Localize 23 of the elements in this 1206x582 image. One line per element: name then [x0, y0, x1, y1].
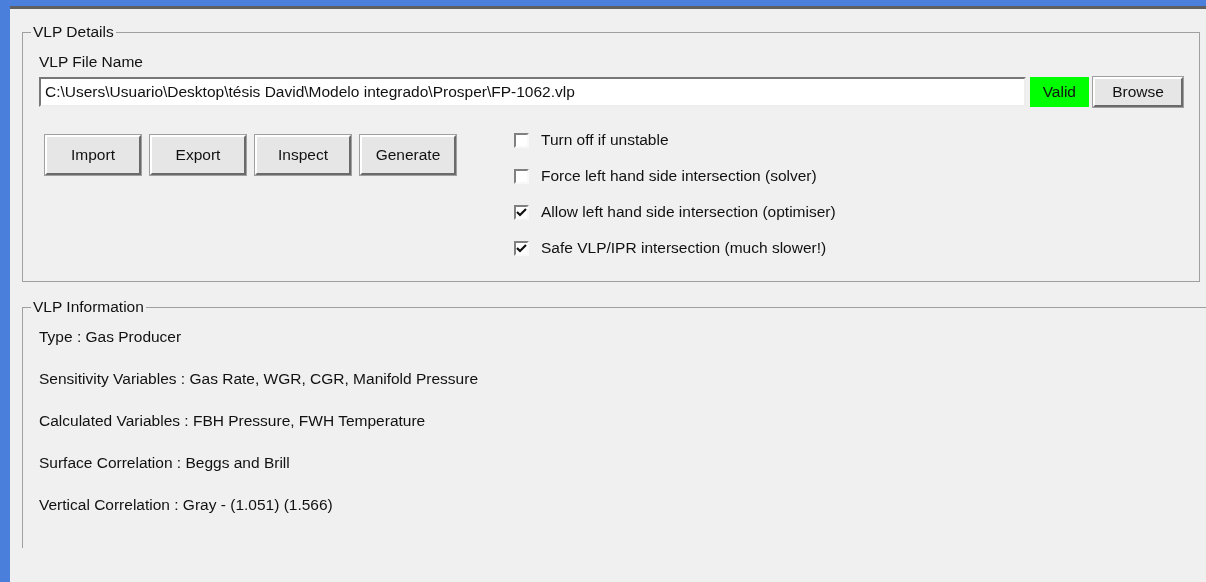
group-title: VLP Details: [32, 23, 115, 41]
field-label: VLP File Name: [39, 53, 144, 71]
checkbox-label: Safe VLP/IPR intersection (much slower!): [541, 239, 827, 257]
checkbox-label: Allow left hand side intersection (optimiser): [541, 203, 836, 221]
checkbox[interactable]: [514, 132, 529, 148]
action-button[interactable]: Generate: [360, 135, 456, 175]
action-button[interactable]: Import: [45, 135, 141, 175]
action-button[interactable]: Export: [150, 135, 246, 175]
info-text: Type : Gas Producer: [39, 328, 183, 346]
browse-button[interactable]: Browse: [1093, 77, 1183, 107]
group-title: VLP Information: [32, 298, 145, 316]
checkbox[interactable]: [514, 168, 529, 184]
checkbox[interactable]: [514, 204, 529, 220]
file-name-field[interactable]: C:\Users\Usuario\Desktop\tésis David\Modelo integrado\Prosper\FP-1062.vlp: [39, 77, 1026, 107]
info-text: Surface Correlation : Beggs and Brill: [39, 454, 291, 472]
checkbox[interactable]: [514, 240, 529, 256]
status-badge: Valid: [1029, 77, 1089, 107]
checkbox-label: Turn off if unstable: [541, 131, 669, 149]
info-text: Vertical Correlation : Gray - (1.051) (1.566): [39, 496, 334, 514]
checkbox-label: Force left hand side intersection (solver): [541, 167, 817, 185]
info-text: Sensitivity Variables : Gas Rate, WGR, CGR, Manifold Pressure: [39, 370, 480, 388]
info-text: Calculated Variables : FBH Pressure, FWH Temperature: [39, 412, 427, 430]
action-button[interactable]: Inspect: [255, 135, 351, 175]
